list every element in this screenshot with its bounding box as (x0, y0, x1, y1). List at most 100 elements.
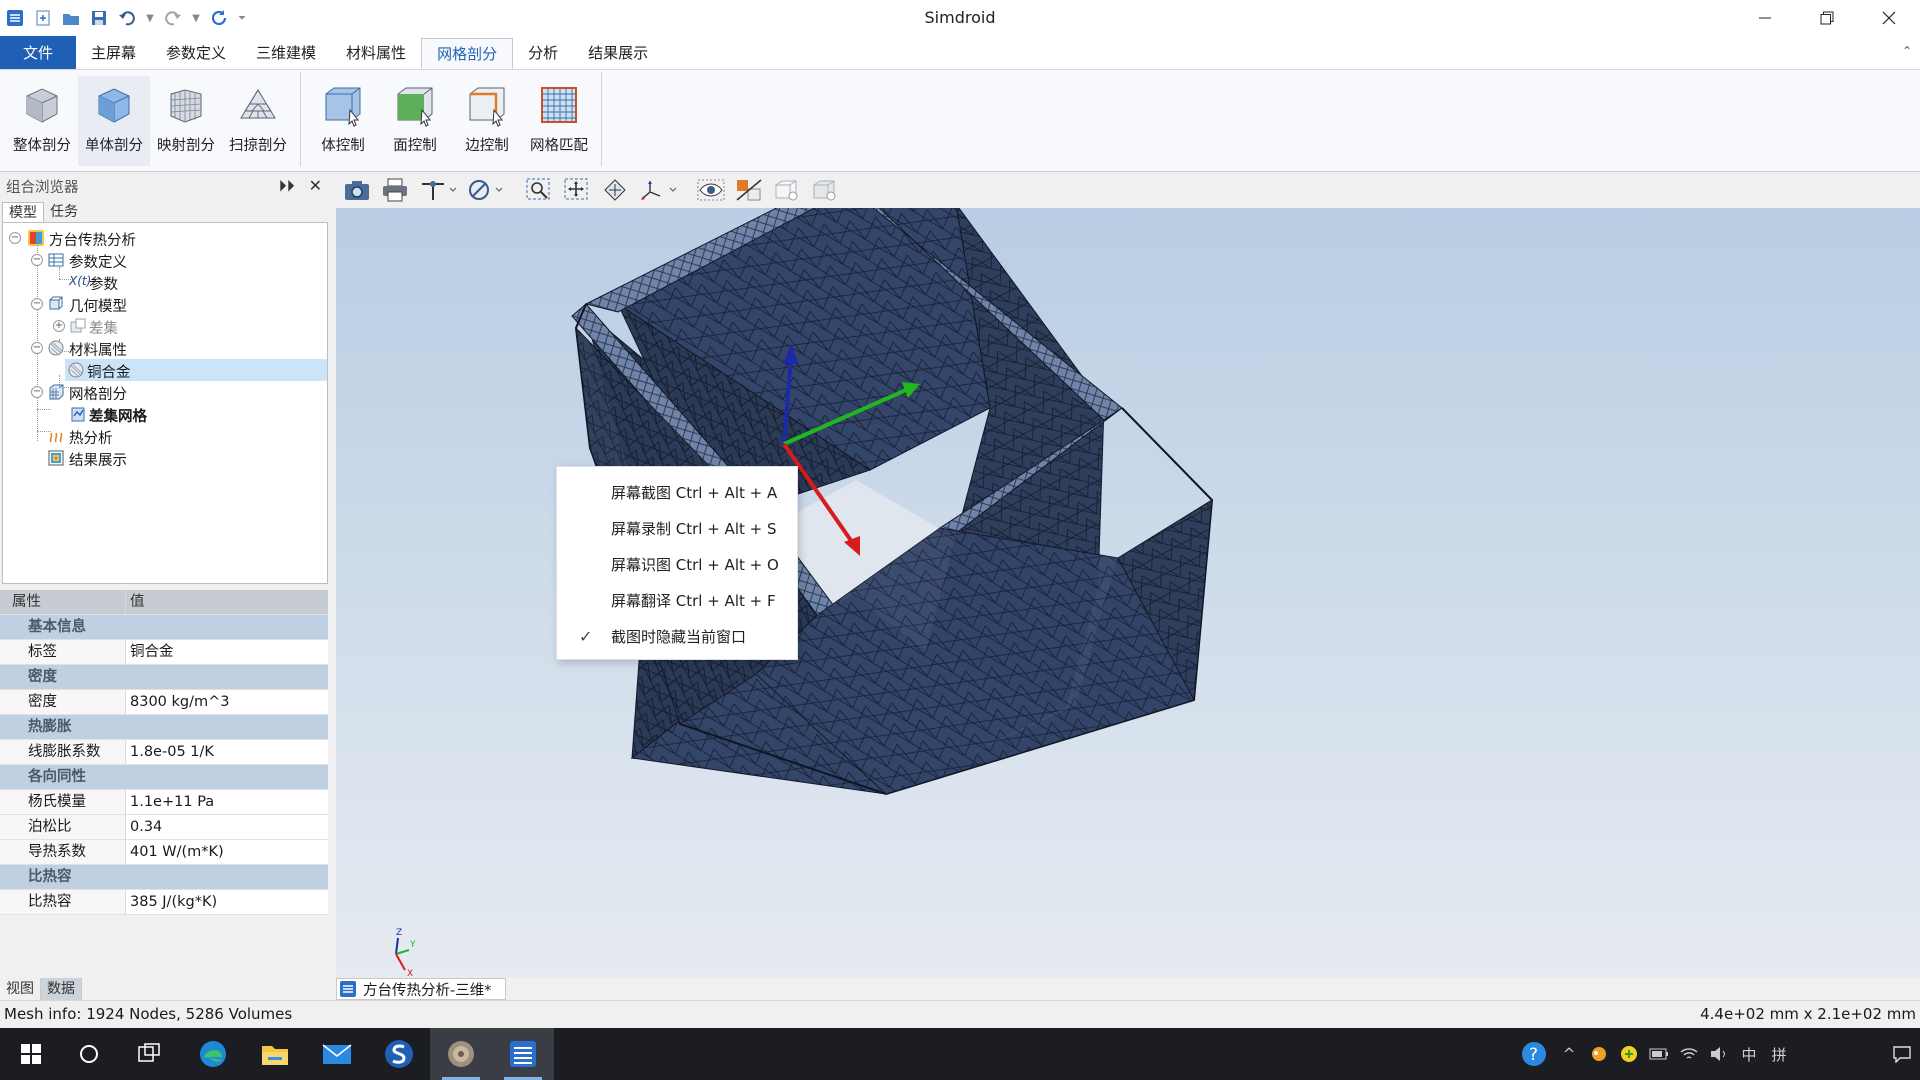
tab-analysis[interactable]: 分析 (513, 36, 573, 69)
close-button[interactable] (1858, 0, 1920, 36)
whole-mesh-button[interactable]: 整体剖分 (6, 76, 78, 166)
new-file-icon[interactable] (32, 7, 54, 29)
volume-control-button[interactable]: 体控制 (307, 76, 379, 166)
tab-data[interactable]: 数据 (41, 978, 82, 1000)
show-hidden-icons[interactable]: ^ (1554, 1028, 1584, 1080)
tree-item-mesh[interactable]: − 网格剖分 (3, 381, 327, 403)
restore-button[interactable] (1796, 0, 1858, 36)
help-tray-icon[interactable]: ? (1514, 1028, 1554, 1080)
float-panel-icon[interactable]: ⏵⏵ (279, 176, 295, 196)
taskbar-edge[interactable] (182, 1028, 244, 1080)
taskbar-mail[interactable] (306, 1028, 368, 1080)
tree-item-material[interactable]: − 材料属性 (3, 337, 327, 359)
tab-parameters[interactable]: 参数定义 (151, 36, 241, 69)
menu-item-hide-window[interactable]: ✓ 截图时隐藏当前窗口 (557, 619, 797, 655)
menu-item-screen-record[interactable]: 屏幕录制 Ctrl + Alt + S (557, 511, 797, 547)
collapse-ribbon-icon[interactable]: ⌃ (1902, 44, 1912, 58)
clip-plane-button[interactable] (732, 175, 766, 205)
document-tab[interactable]: 方台传热分析-三维* (336, 978, 506, 1000)
ime-language-indicator[interactable]: 中 (1734, 1028, 1764, 1080)
shaded-view-button[interactable] (808, 175, 842, 205)
tab-home[interactable]: 主屏幕 (76, 36, 151, 69)
property-value[interactable]: 8300 kg/m^3 (126, 690, 328, 714)
rotate-view-button[interactable] (598, 175, 632, 205)
tab-material[interactable]: 材料属性 (331, 36, 421, 69)
property-row[interactable]: 杨氏模量 1.1e+11 Pa (0, 790, 328, 815)
battery-tray-icon[interactable] (1644, 1028, 1674, 1080)
tree-item-geometry[interactable]: − 几何模型 (3, 293, 327, 315)
collapse-icon[interactable]: − (31, 298, 43, 310)
sweep-mesh-button[interactable]: 扫掠剖分 (222, 76, 294, 166)
ime-mode-indicator[interactable]: 拼 (1764, 1028, 1794, 1080)
refresh-icon[interactable] (208, 7, 230, 29)
close-panel-icon[interactable]: ✕ (309, 176, 322, 196)
redo-dropdown-icon[interactable]: ▼ (190, 7, 202, 29)
visibility-button[interactable] (694, 175, 728, 205)
undo-dropdown-icon[interactable]: ▼ (144, 7, 156, 29)
zoom-box-button[interactable] (522, 175, 556, 205)
tab-model[interactable]: 模型 (2, 202, 44, 222)
tree-item-diff-mesh[interactable]: 差集网格 (3, 403, 327, 425)
property-value[interactable]: 385 J/(kg*K) (126, 890, 328, 914)
edge-control-button[interactable]: 边控制 (451, 76, 523, 166)
collapse-icon[interactable]: − (31, 342, 43, 354)
save-icon[interactable] (88, 7, 110, 29)
tree-item-copper-alloy[interactable]: 铜合金 (65, 359, 327, 381)
task-view-button[interactable] (118, 1028, 180, 1080)
notification-icon[interactable] (1884, 1028, 1920, 1080)
mesh-match-button[interactable]: 网格匹配 (523, 76, 595, 166)
network-tray-icon[interactable] (1674, 1028, 1704, 1080)
view-direction-button[interactable] (636, 175, 680, 205)
property-row[interactable]: 标签 铜合金 (0, 640, 328, 665)
transparency-button[interactable] (770, 175, 804, 205)
property-row[interactable]: 比热容 385 J/(kg*K) (0, 890, 328, 915)
taskbar-simdroid[interactable] (492, 1028, 554, 1080)
face-control-button[interactable]: 面控制 (379, 76, 451, 166)
taskbar-simdroid-s[interactable] (368, 1028, 430, 1080)
collapse-icon[interactable]: − (9, 232, 21, 244)
tree-item-results[interactable]: 结果展示 (3, 447, 327, 469)
collapse-icon[interactable]: − (31, 386, 43, 398)
undo-icon[interactable] (116, 7, 138, 29)
tree-item-param[interactable]: X(t) 参数 (3, 271, 327, 293)
menu-item-screenshot[interactable]: 屏幕截图 Ctrl + Alt + A (557, 475, 797, 511)
section-tool-button[interactable] (416, 175, 460, 205)
property-row[interactable]: 泊松比 0.34 (0, 815, 328, 840)
property-row[interactable]: 线膨胀系数 1.8e-05 1/K (0, 740, 328, 765)
tab-file[interactable]: 文件 (0, 36, 76, 69)
property-value[interactable]: 铜合金 (126, 640, 328, 664)
tab-results[interactable]: 结果展示 (573, 36, 663, 69)
expand-icon[interactable]: + (53, 320, 65, 332)
minimize-button[interactable] (1734, 0, 1796, 36)
redo-icon[interactable] (162, 7, 184, 29)
screenshot-button[interactable] (340, 175, 374, 205)
open-folder-icon[interactable] (60, 7, 82, 29)
qq-tray-icon[interactable] (1584, 1028, 1614, 1080)
property-value[interactable]: 401 W/(m*K) (126, 840, 328, 864)
taskbar-file-explorer[interactable] (244, 1028, 306, 1080)
start-button[interactable] (0, 1028, 62, 1080)
tab-3d-modeling[interactable]: 三维建模 (241, 36, 331, 69)
volume-tray-icon[interactable] (1704, 1028, 1734, 1080)
tree-item-param-def[interactable]: − 参数定义 (3, 249, 327, 271)
property-value[interactable]: 1.1e+11 Pa (126, 790, 328, 814)
tree-item-thermal[interactable]: 热分析 (3, 425, 327, 447)
menu-item-screen-recognize[interactable]: 屏幕识图 Ctrl + Alt + O (557, 547, 797, 583)
tree-root[interactable]: − 方台传热分析 (3, 227, 327, 249)
property-row[interactable]: 导热系数 401 W/(m*K) (0, 840, 328, 865)
print-button[interactable] (378, 175, 412, 205)
single-body-mesh-button[interactable]: 单体剖分 (78, 76, 150, 166)
tab-task[interactable]: 任务 (44, 202, 84, 222)
mapped-mesh-button[interactable]: 映射剖分 (150, 76, 222, 166)
search-button[interactable] (58, 1028, 120, 1080)
property-value[interactable]: 0.34 (126, 815, 328, 839)
app-logo-icon[interactable] (4, 7, 26, 29)
taskbar-photo-app[interactable] (430, 1028, 492, 1080)
property-value[interactable]: 1.8e-05 1/K (126, 740, 328, 764)
tab-view[interactable]: 视图 (0, 978, 41, 1000)
customize-toolbar-icon[interactable]: ⏷ (236, 7, 248, 29)
wechat-tray-icon[interactable] (1614, 1028, 1644, 1080)
tab-meshing[interactable]: 网格剖分 (421, 38, 514, 69)
menu-item-screen-translate[interactable]: 屏幕翻译 Ctrl + Alt + F (557, 583, 797, 619)
collapse-icon[interactable]: − (31, 254, 43, 266)
